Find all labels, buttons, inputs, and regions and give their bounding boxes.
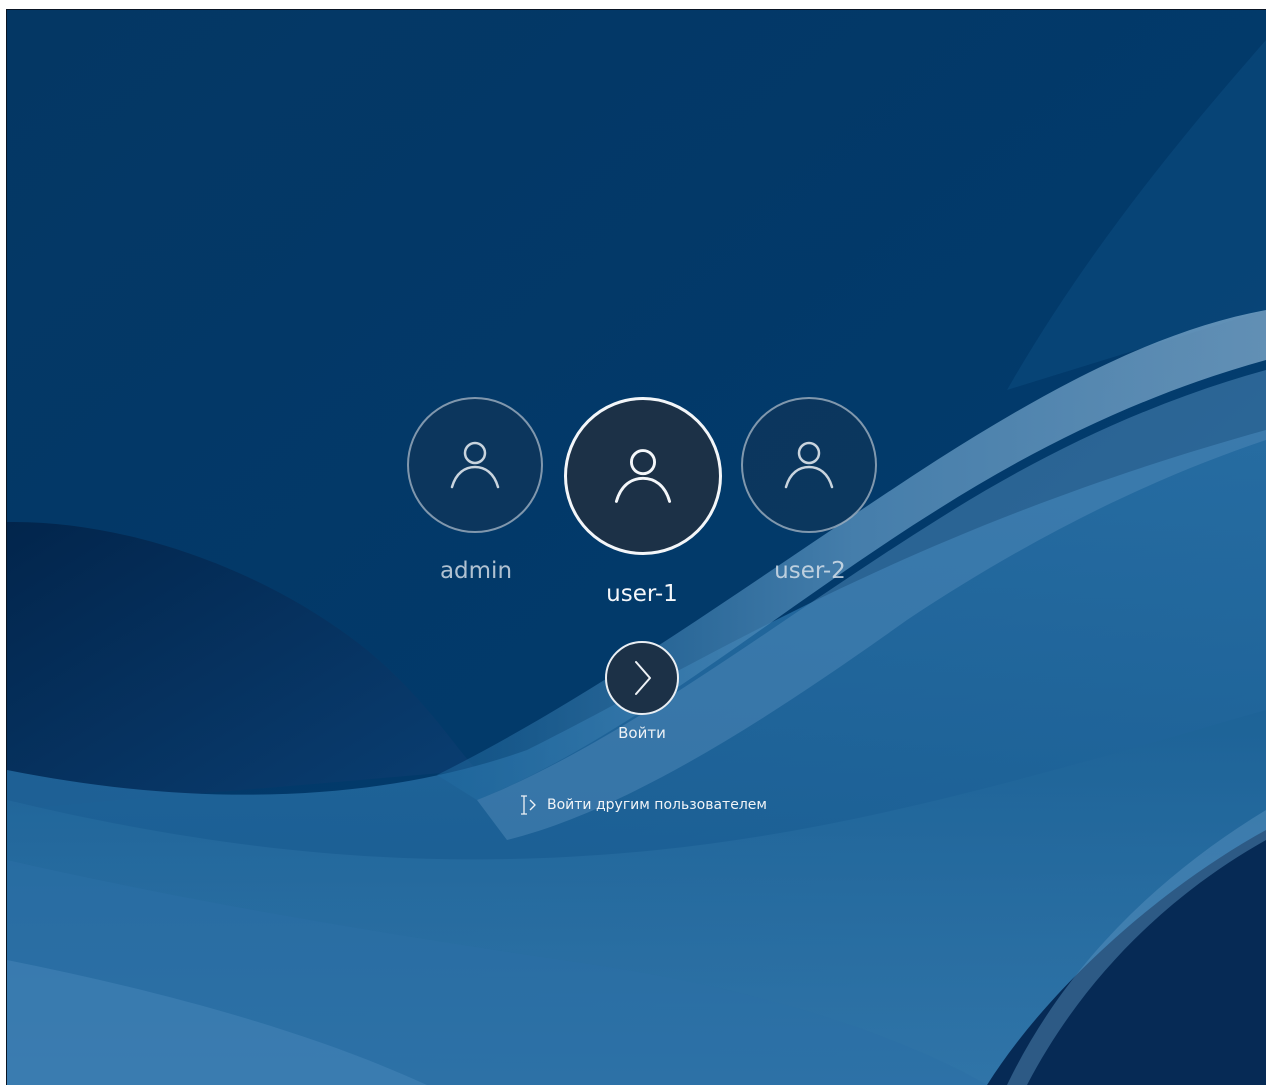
user-name-admin: admin [439, 558, 513, 584]
chevron-right-icon [635, 661, 651, 695]
user-card-user-2[interactable]: user-2 [736, 395, 884, 595]
user-avatar-icon [450, 441, 500, 489]
login-button-label: Войти [618, 724, 666, 742]
user-avatar-icon [614, 449, 672, 503]
user-name-user-2: user-2 [774, 558, 846, 584]
user-avatar-icon [784, 441, 834, 489]
user-card-user-1[interactable]: user-1 [560, 395, 724, 615]
cursor-arrow-icon [521, 795, 536, 815]
user-avatar-admin[interactable] [407, 397, 543, 533]
login-other-user-label: Войти другим пользователем [547, 797, 767, 813]
login-button[interactable] [605, 641, 679, 715]
login-other-user-link[interactable]: Войти другим пользователем [519, 793, 767, 817]
user-avatar-user-1[interactable] [564, 397, 722, 555]
user-name-user-1: user-1 [606, 581, 678, 607]
user-avatar-user-2[interactable] [741, 397, 877, 533]
login-screen: admin user-1 user-2 Войти Войти другим п… [6, 9, 1266, 1085]
user-card-admin[interactable]: admin [402, 395, 550, 595]
